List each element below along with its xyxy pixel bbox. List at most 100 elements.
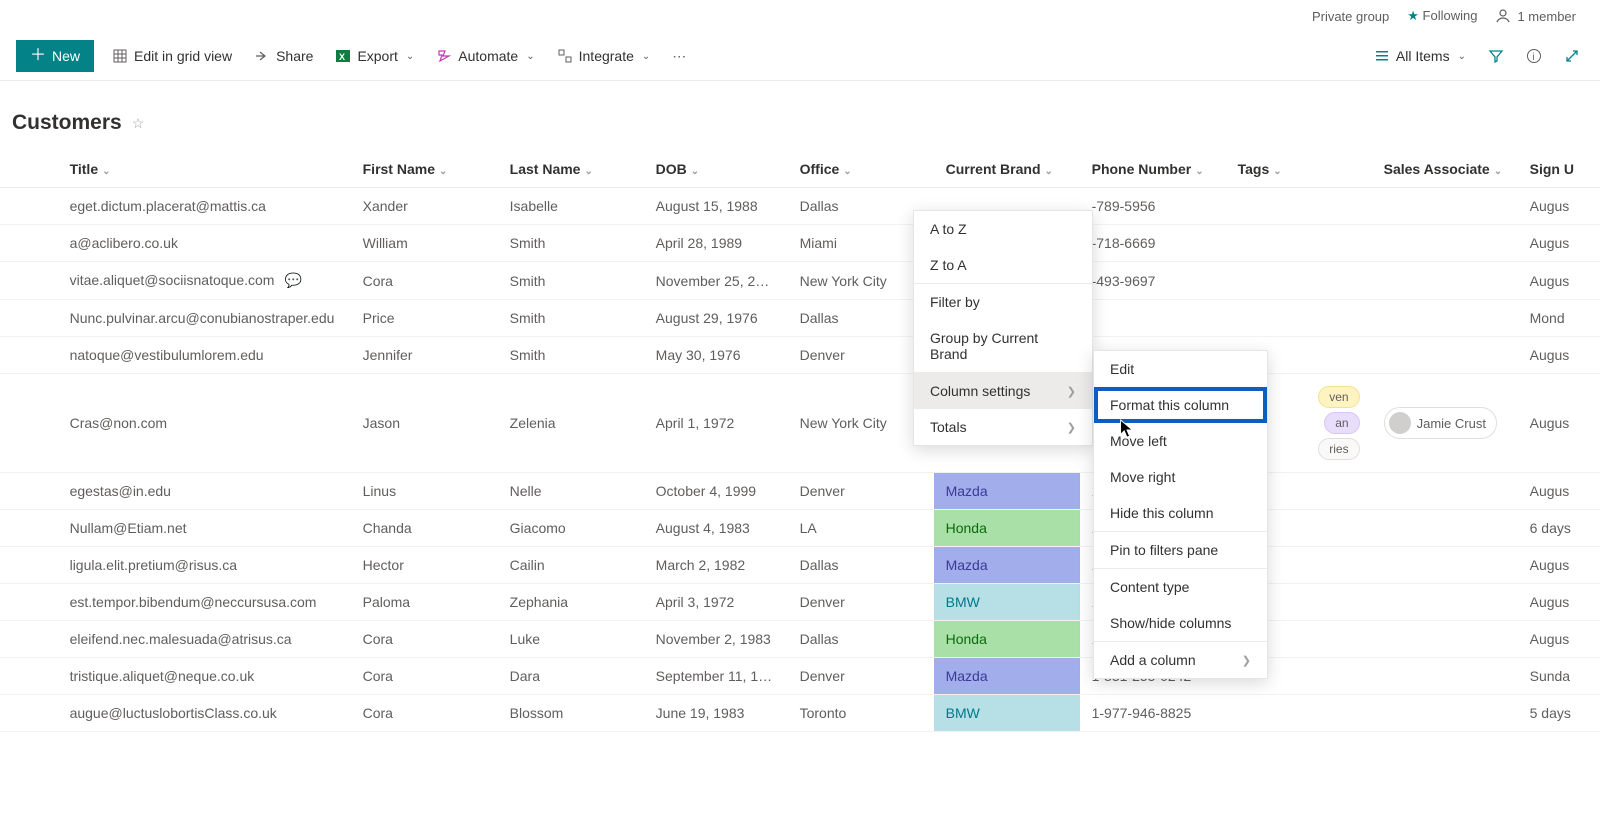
table-row[interactable]: natoque@vestibulumlorem.eduJenniferSmith… [0, 337, 1600, 374]
cell-associate [1372, 510, 1518, 547]
col-brand[interactable]: Current Brand⌄ [934, 151, 1080, 188]
comment-icon[interactable]: 💬 [284, 272, 301, 288]
col-office[interactable]: Office⌄ [788, 151, 934, 188]
submenu-pin-filters[interactable]: Pin to filters pane [1094, 531, 1267, 568]
submenu-content-type[interactable]: Content type [1094, 568, 1267, 605]
filter-button[interactable] [1484, 44, 1508, 68]
cell-signup: Mond [1518, 300, 1600, 337]
menu-sort-za[interactable]: Z to A [914, 247, 1092, 283]
share-button[interactable]: Share [250, 42, 317, 70]
cell-brand: BMW [934, 695, 1080, 732]
table-row[interactable]: Nunc.pulvinar.arcu@conubianostraper.eduP… [0, 300, 1600, 337]
col-assoc[interactable]: Sales Associate⌄ [1372, 151, 1518, 188]
submenu-move-right[interactable]: Move right [1094, 459, 1267, 495]
cell-office: Denver [788, 337, 934, 374]
submenu-edit[interactable]: Edit [1094, 351, 1267, 387]
overflow-button[interactable]: ⋯ [668, 42, 690, 71]
grid-icon [112, 48, 128, 64]
cell-title[interactable]: Nunc.pulvinar.arcu@conubianostraper.edu [58, 300, 351, 337]
automate-button[interactable]: Automate⌄ [432, 42, 538, 70]
view-selector[interactable]: All Items⌄ [1370, 42, 1470, 70]
cell-office: Denver [788, 584, 934, 621]
cell-tags [1226, 300, 1372, 337]
cell-lastname: Cailin [498, 547, 644, 584]
expand-button[interactable] [1560, 44, 1584, 68]
menu-column-settings[interactable]: Column settings❯ [914, 372, 1092, 409]
edit-grid-button[interactable]: Edit in grid view [108, 42, 236, 70]
col-firstname[interactable]: First Name⌄ [351, 151, 498, 188]
chevron-down-icon: ⌄ [642, 51, 650, 62]
cell-title[interactable]: vitae.aliquet@sociisnatoque.com💬 [58, 262, 351, 300]
menu-sort-az[interactable]: A to Z [914, 211, 1092, 247]
submenu-move-left[interactable]: Move left [1094, 423, 1267, 459]
table-row[interactable]: a@aclibero.co.ukWilliamSmithApril 28, 19… [0, 225, 1600, 262]
col-dob[interactable]: DOB⌄ [644, 151, 788, 188]
cell-title[interactable]: tristique.aliquet@neque.co.uk [58, 658, 351, 695]
table-row[interactable]: tristique.aliquet@neque.co.ukCoraDaraSep… [0, 658, 1600, 695]
cell-tags [1226, 695, 1372, 732]
cell-dob: November 2, 1983 [644, 621, 788, 658]
table-row[interactable]: egestas@in.eduLinusNelleOctober 4, 1999D… [0, 473, 1600, 510]
table-row[interactable]: Cras@non.comJasonZeleniaApril 1, 1972New… [0, 374, 1600, 473]
cell-title[interactable]: est.tempor.bibendum@neccursusa.com [58, 584, 351, 621]
cell-office: Dallas [788, 188, 934, 225]
cell-title[interactable]: egestas@in.edu [58, 473, 351, 510]
table-row[interactable]: augue@luctuslobortisClass.co.ukCoraBloss… [0, 695, 1600, 732]
chevron-down-icon: ⌄ [102, 166, 110, 177]
share-icon [254, 48, 270, 64]
svg-text:i: i [1532, 52, 1534, 63]
cell-signup: 6 days [1518, 510, 1600, 547]
col-tags[interactable]: Tags⌄ [1226, 151, 1372, 188]
table-row[interactable]: eget.dictum.placerat@mattis.caXanderIsab… [0, 188, 1600, 225]
integrate-button[interactable]: Integrate⌄ [553, 42, 655, 70]
expand-icon [1564, 48, 1580, 64]
cell-brand: BMW [934, 584, 1080, 621]
chevron-down-icon: ⌄ [1458, 51, 1466, 62]
cell-associate [1372, 473, 1518, 510]
cell-firstname: Linus [351, 473, 498, 510]
info-button[interactable]: i [1522, 44, 1546, 68]
col-sign[interactable]: Sign U [1518, 151, 1600, 188]
chevron-down-icon: ⌄ [1494, 166, 1502, 177]
cell-title[interactable]: ligula.elit.pretium@risus.ca [58, 547, 351, 584]
chevron-down-icon: ⌄ [526, 51, 534, 62]
new-button[interactable]: ＋New [16, 40, 94, 72]
col-lastname[interactable]: Last Name⌄ [498, 151, 644, 188]
submenu-format-column[interactable]: Format this column [1094, 387, 1267, 423]
table-row[interactable]: ligula.elit.pretium@risus.caHectorCailin… [0, 547, 1600, 584]
menu-group-by[interactable]: Group by Current Brand [914, 320, 1092, 372]
group-privacy: Private group [1312, 9, 1389, 24]
col-title[interactable]: Title⌄ [58, 151, 351, 188]
chevron-down-icon: ⌄ [843, 166, 851, 177]
cell-title[interactable]: eleifend.nec.malesuada@atrisus.ca [58, 621, 351, 658]
chevron-right-icon: ❯ [1242, 654, 1251, 667]
cell-title[interactable]: Cras@non.com [58, 374, 351, 473]
cell-title[interactable]: Nullam@Etiam.net [58, 510, 351, 547]
col-phone[interactable]: Phone Number⌄ [1080, 151, 1226, 188]
cell-dob: September 11, 1990 [644, 658, 788, 695]
cell-title[interactable]: a@aclibero.co.uk [58, 225, 351, 262]
cell-phone: -789-5956 [1080, 188, 1226, 225]
submenu-add-column[interactable]: Add a column❯ [1094, 641, 1267, 678]
member-count[interactable]: 1 member [1495, 8, 1576, 24]
following-toggle[interactable]: ★ Following [1407, 8, 1477, 24]
table-row[interactable]: vitae.aliquet@sociisnatoque.com💬CoraSmit… [0, 262, 1600, 300]
table-row[interactable]: Nullam@Etiam.netChandaGiacomoAugust 4, 1… [0, 510, 1600, 547]
cell-title[interactable]: eget.dictum.placerat@mattis.ca [58, 188, 351, 225]
submenu-show-hide[interactable]: Show/hide columns [1094, 605, 1267, 641]
table-row[interactable]: est.tempor.bibendum@neccursusa.comPaloma… [0, 584, 1600, 621]
cell-signup: Augus [1518, 225, 1600, 262]
cell-title[interactable]: natoque@vestibulumlorem.edu [58, 337, 351, 374]
cell-phone: -493-9697 [1080, 262, 1226, 300]
export-button[interactable]: X Export⌄ [331, 42, 418, 70]
menu-totals[interactable]: Totals❯ [914, 409, 1092, 445]
excel-icon: X [335, 48, 351, 64]
cell-tags [1226, 225, 1372, 262]
table-row[interactable]: eleifend.nec.malesuada@atrisus.caCoraLuk… [0, 621, 1600, 658]
cell-associate [1372, 621, 1518, 658]
menu-filter-by[interactable]: Filter by [914, 283, 1092, 320]
submenu-hide-column[interactable]: Hide this column [1094, 495, 1267, 531]
cell-firstname: Cora [351, 658, 498, 695]
cell-title[interactable]: augue@luctuslobortisClass.co.uk [58, 695, 351, 732]
favorite-star[interactable]: ☆ [132, 115, 145, 132]
